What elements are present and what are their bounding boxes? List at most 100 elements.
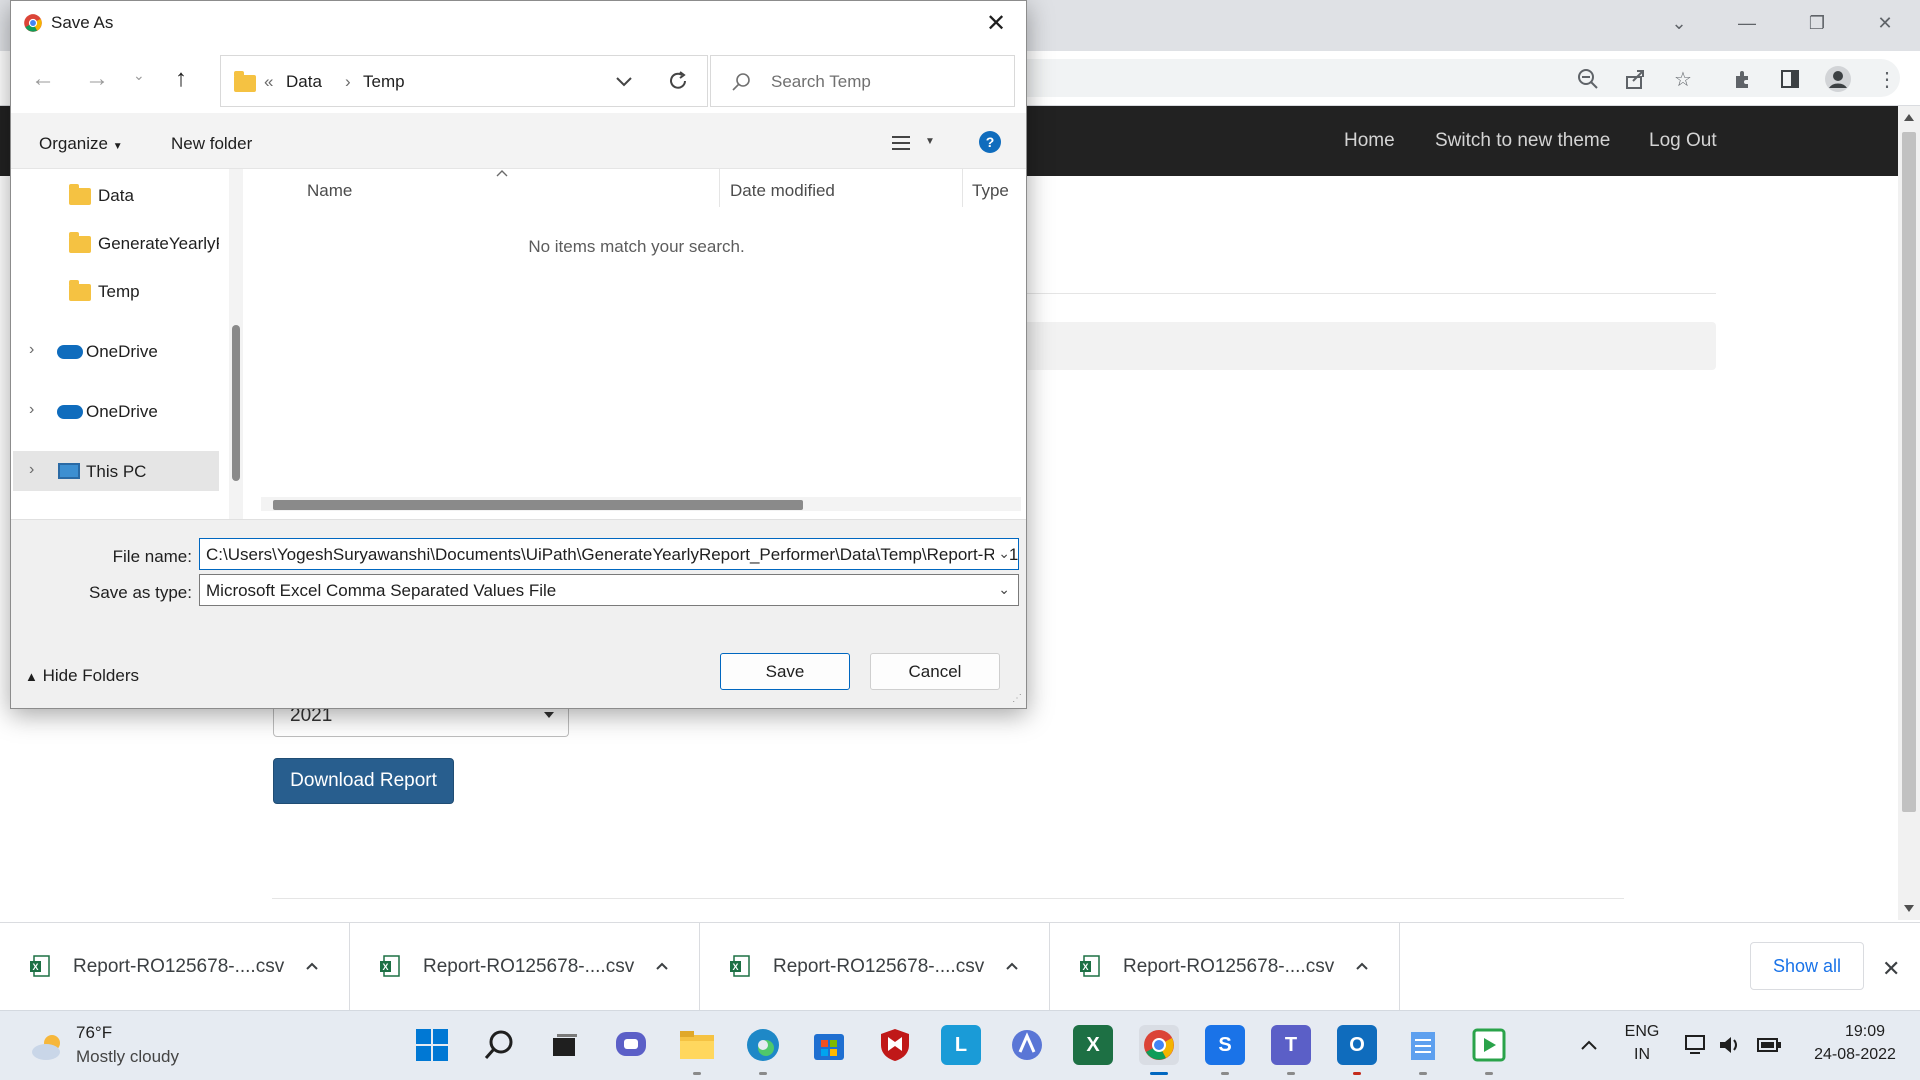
- sway-s-icon[interactable]: S: [1205, 1025, 1245, 1075]
- start-icon[interactable]: [412, 1025, 452, 1065]
- expand-chevron-icon[interactable]: ›: [29, 341, 34, 359]
- nav-item-generateyearlyreport[interactable]: GenerateYearlyReport_Performer: [13, 223, 219, 263]
- bookmark-star-icon[interactable]: ☆: [1668, 64, 1698, 94]
- back-arrow-icon[interactable]: ←: [31, 65, 55, 93]
- view-options-icon[interactable]: [891, 135, 911, 151]
- download-item[interactable]: X Report-RO125678-....csv: [700, 923, 1050, 1011]
- chevron-up-icon[interactable]: [654, 958, 670, 974]
- navigation-scrollbar[interactable]: [229, 169, 243, 519]
- battery-icon[interactable]: [1756, 1036, 1782, 1054]
- chevron-up-icon[interactable]: [1354, 958, 1370, 974]
- chevron-up-icon[interactable]: [1004, 958, 1020, 974]
- edge-icon[interactable]: [743, 1025, 783, 1075]
- restore-icon[interactable]: ❐: [1794, 8, 1840, 38]
- weather-temperature[interactable]: 76°F: [76, 1023, 112, 1043]
- nav-item-onedrive[interactable]: › OneDrive: [13, 391, 219, 431]
- cancel-button[interactable]: Cancel: [870, 653, 1000, 690]
- search-input[interactable]: Search Temp: [710, 55, 1015, 107]
- nav-item-onedrive[interactable]: › OneDrive: [13, 331, 219, 371]
- search-icon[interactable]: [479, 1025, 519, 1065]
- chrome-icon[interactable]: [1139, 1025, 1179, 1075]
- file-name-input[interactable]: C:\Users\YogeshSuryawanshi\Documents\UiP…: [199, 538, 1019, 570]
- breadcrumb-data[interactable]: Data: [286, 72, 322, 92]
- horizontal-scrollbar[interactable]: [261, 497, 1021, 511]
- notepad-icon[interactable]: [1403, 1025, 1443, 1075]
- hide-folders-toggle[interactable]: ▲ Hide Folders: [25, 666, 139, 686]
- view-dropdown-caret-icon[interactable]: ▼: [925, 136, 935, 147]
- resize-grip-icon[interactable]: ⋰: [1012, 693, 1022, 704]
- refresh-icon[interactable]: [667, 70, 689, 92]
- teams-icon[interactable]: T: [1271, 1025, 1311, 1075]
- new-folder-button[interactable]: New folder: [171, 134, 252, 154]
- file-explorer-icon[interactable]: [677, 1025, 717, 1075]
- tray-chevron-up-icon[interactable]: [1580, 1039, 1598, 1051]
- task-view-icon[interactable]: [545, 1025, 585, 1065]
- side-panel-icon[interactable]: [1775, 64, 1805, 94]
- nav-item-data[interactable]: Data: [13, 175, 219, 215]
- download-item[interactable]: X Report-RO125678-....csv: [350, 923, 700, 1011]
- column-header-date-modified[interactable]: Date modified: [730, 181, 835, 201]
- excel-icon[interactable]: X: [1073, 1025, 1113, 1065]
- navigation-scroll-thumb[interactable]: [232, 325, 240, 481]
- language-indicator[interactable]: ENG: [1620, 1023, 1664, 1041]
- breadcrumb-temp[interactable]: Temp: [363, 72, 405, 92]
- organize-menu[interactable]: Organize ▼: [39, 134, 123, 154]
- share-icon[interactable]: [1620, 64, 1650, 94]
- forward-arrow-icon[interactable]: →: [85, 65, 109, 93]
- download-item[interactable]: X Report-RO125678-....csv: [0, 923, 350, 1011]
- weather-cloud-icon[interactable]: [30, 1033, 68, 1061]
- close-shelf-icon[interactable]: ✕: [1882, 956, 1900, 982]
- download-item[interactable]: X Report-RO125678-....csv: [1050, 923, 1400, 1011]
- region-indicator[interactable]: IN: [1620, 1046, 1664, 1064]
- zoom-icon[interactable]: [1573, 64, 1603, 94]
- weather-description[interactable]: Mostly cloudy: [76, 1047, 179, 1067]
- media-player-icon[interactable]: [1469, 1025, 1509, 1075]
- address-breadcrumb[interactable]: « Data › Temp: [220, 55, 708, 107]
- scroll-up-icon[interactable]: [1904, 114, 1914, 121]
- column-header-type[interactable]: Type: [972, 181, 1009, 201]
- page-scroll-thumb[interactable]: [1902, 132, 1916, 812]
- tab-search-chevron-icon[interactable]: ⌄: [1656, 8, 1702, 38]
- chat-icon[interactable]: [611, 1025, 651, 1065]
- lync-l-icon[interactable]: L: [941, 1025, 981, 1065]
- address-dropdown-chevron-icon[interactable]: [615, 76, 633, 88]
- horizontal-scroll-thumb[interactable]: [273, 500, 803, 510]
- scroll-down-icon[interactable]: [1904, 905, 1914, 912]
- save-as-type-dropdown-icon[interactable]: ⌄: [998, 581, 1010, 598]
- window-close-icon[interactable]: ✕: [1862, 8, 1908, 38]
- store-icon[interactable]: [809, 1025, 849, 1065]
- nav-home-link[interactable]: Home: [1344, 130, 1395, 152]
- column-separator[interactable]: [719, 169, 720, 207]
- show-all-button[interactable]: Show all: [1750, 942, 1864, 990]
- profile-avatar-icon[interactable]: [1823, 64, 1853, 94]
- save-as-type-select[interactable]: Microsoft Excel Comma Separated Values F…: [199, 574, 1019, 606]
- nav-item-this-pc[interactable]: › This PC: [13, 451, 219, 491]
- column-separator[interactable]: [962, 169, 963, 207]
- chevron-up-icon[interactable]: [304, 958, 320, 974]
- dialog-close-icon[interactable]: ✕: [986, 9, 1006, 38]
- clock-time[interactable]: 19:09: [1820, 1023, 1910, 1041]
- volume-icon[interactable]: [1718, 1034, 1742, 1056]
- pointer-app-icon[interactable]: [1007, 1025, 1047, 1065]
- outlook-icon[interactable]: O: [1337, 1025, 1377, 1075]
- minimize-icon[interactable]: —: [1724, 8, 1770, 38]
- column-header-name[interactable]: Name: [307, 181, 352, 201]
- expand-chevron-icon[interactable]: ›: [29, 401, 34, 419]
- chrome-menu-icon[interactable]: ⋮: [1872, 64, 1902, 94]
- address-bar[interactable]: [1000, 59, 1900, 97]
- file-name-dropdown-icon[interactable]: ⌄: [994, 545, 1010, 562]
- clock-date[interactable]: 24-08-2022: [1800, 1046, 1910, 1064]
- recent-locations-chevron-icon[interactable]: ⌄: [133, 67, 145, 84]
- nav-switch-theme-link[interactable]: Switch to new theme: [1435, 130, 1610, 152]
- extensions-icon[interactable]: [1728, 64, 1758, 94]
- save-button[interactable]: Save: [720, 653, 850, 690]
- help-icon[interactable]: ?: [978, 130, 1002, 154]
- up-arrow-icon[interactable]: ↑: [175, 65, 187, 93]
- breadcrumb-overflow[interactable]: «: [264, 72, 273, 92]
- expand-chevron-icon[interactable]: ›: [29, 461, 34, 479]
- download-report-button[interactable]: Download Report: [273, 758, 454, 804]
- nav-logout-link[interactable]: Log Out: [1649, 130, 1717, 152]
- page-scrollbar[interactable]: [1898, 106, 1920, 920]
- nav-item-temp[interactable]: Temp: [13, 271, 219, 311]
- mcafee-icon[interactable]: [875, 1025, 915, 1065]
